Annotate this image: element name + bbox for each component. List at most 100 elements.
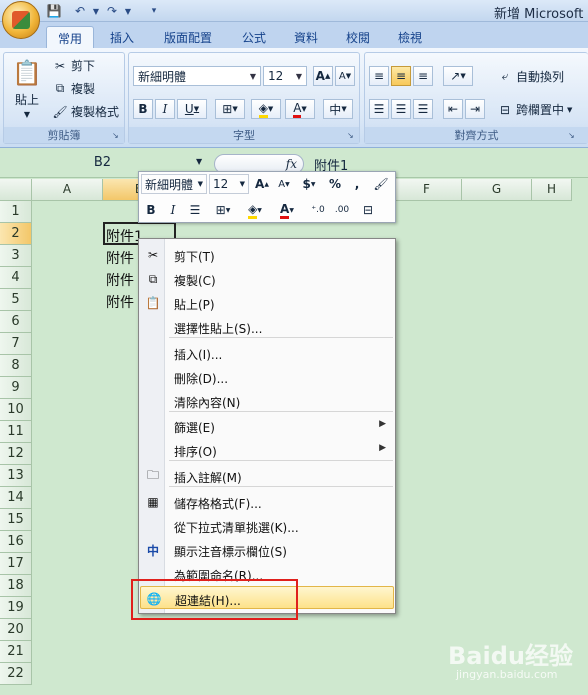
font-size-combo[interactable]: 12 ▼: [263, 66, 307, 86]
mini-fill-color-icon[interactable]: ◈ ▼: [241, 200, 269, 220]
align-middle-button[interactable]: ≡: [391, 66, 411, 86]
row-header-17[interactable]: 17: [0, 553, 32, 575]
column-header-h[interactable]: H: [532, 179, 572, 201]
merge-center-button[interactable]: ⊟ 跨欄置中 ▼: [497, 101, 572, 118]
cell-b4[interactable]: 附件: [106, 270, 134, 290]
italic-button[interactable]: I: [155, 99, 175, 119]
row-header-6[interactable]: 6: [0, 311, 32, 333]
align-bottom-button[interactable]: ≡: [413, 66, 433, 86]
name-box-dropdown-icon[interactable]: ▼: [196, 157, 202, 166]
tab-home[interactable]: 常用: [46, 26, 94, 48]
mini-font-color-icon[interactable]: A ▼: [273, 200, 301, 220]
mini-font-name-combo[interactable]: 新細明體 ▼: [141, 174, 207, 194]
undo-dropdown-icon[interactable]: ▼: [88, 3, 104, 19]
underline-button[interactable]: U ▼: [177, 99, 207, 119]
format-painter-button[interactable]: 🖌 複製格式: [52, 103, 119, 120]
cell-b3[interactable]: 附件: [106, 248, 134, 268]
row-header-20[interactable]: 20: [0, 619, 32, 641]
menu-item-11[interactable]: 從下拉式清單挑選(K)...: [140, 514, 394, 537]
fill-color-button[interactable]: ◈ ▼: [251, 99, 281, 119]
font-name-combo[interactable]: 新細明體 ▼: [133, 66, 261, 86]
mini-center-icon[interactable]: ☰: [185, 200, 205, 220]
redo-dropdown-icon[interactable]: ▼: [120, 3, 136, 19]
row-header-3[interactable]: 3: [0, 245, 32, 267]
row-header-12[interactable]: 12: [0, 443, 32, 465]
mini-grow-font-icon[interactable]: A ▲: [252, 174, 272, 194]
align-left-button[interactable]: ☰: [369, 99, 389, 119]
shrink-font-button[interactable]: A ▼: [335, 66, 355, 86]
mini-shrink-font-icon[interactable]: A ▼: [274, 174, 294, 194]
phonetic-button[interactable]: 中 ▼: [323, 99, 353, 119]
row-header-13[interactable]: 13: [0, 465, 32, 487]
tab-page-layout[interactable]: 版面配置: [152, 26, 224, 48]
customize-qat-icon[interactable]: ▾: [146, 3, 162, 19]
select-all-corner[interactable]: [0, 179, 32, 201]
font-color-button[interactable]: A ▼: [285, 99, 315, 119]
menu-item-3[interactable]: 選擇性貼上(S)...: [140, 315, 394, 338]
menu-item-10[interactable]: ▦ 儲存格格式(F)...: [140, 490, 394, 513]
bold-button[interactable]: B: [133, 99, 153, 119]
align-center-button[interactable]: ☰: [391, 99, 411, 119]
wrap-text-button[interactable]: ⤶ 自動換列: [497, 68, 564, 85]
row-header-9[interactable]: 9: [0, 377, 32, 399]
mini-percent-button[interactable]: %: [325, 174, 345, 194]
mini-decrease-decimal-icon[interactable]: .00: [331, 200, 353, 220]
mini-increase-decimal-icon[interactable]: ⁺.0: [307, 200, 329, 220]
orientation-button[interactable]: ↗ ▼: [443, 66, 473, 86]
copy-button[interactable]: ⧉ 複製: [52, 80, 95, 97]
row-header-15[interactable]: 15: [0, 509, 32, 531]
tab-review[interactable]: 校閱: [336, 26, 380, 48]
border-button[interactable]: ⊞ ▼: [215, 99, 245, 119]
paste-button[interactable]: 📋 貼上 ▼: [10, 57, 44, 119]
clipboard-launcher-icon[interactable]: ↘: [112, 131, 122, 141]
row-header-19[interactable]: 19: [0, 597, 32, 619]
row-header-7[interactable]: 7: [0, 333, 32, 355]
tab-view[interactable]: 檢視: [388, 26, 432, 48]
menu-item-7[interactable]: 篩選(E) ▶: [140, 414, 394, 437]
menu-item-4[interactable]: 插入(I)...: [140, 341, 394, 364]
column-header-a[interactable]: A: [32, 179, 103, 201]
mini-comma-button[interactable]: ,: [347, 174, 367, 194]
row-header-18[interactable]: 18: [0, 575, 32, 597]
menu-item-8[interactable]: 排序(O) ▶: [140, 438, 394, 461]
align-top-button[interactable]: ≡: [369, 66, 389, 86]
mini-merge-cells-icon[interactable]: ⊟: [357, 200, 379, 220]
menu-item-6[interactable]: 清除內容(N): [140, 389, 394, 412]
undo-icon[interactable]: ↶: [72, 3, 88, 19]
alignment-launcher-icon[interactable]: ↘: [568, 131, 578, 141]
menu-item-12[interactable]: 中 顯示注音標示欄位(S): [140, 538, 394, 561]
cut-button[interactable]: ✂ 剪下: [52, 57, 95, 74]
row-header-4[interactable]: 4: [0, 267, 32, 289]
increase-indent-button[interactable]: ⇥: [465, 99, 485, 119]
row-header-10[interactable]: 10: [0, 399, 32, 421]
mini-font-size-combo[interactable]: 12 ▼: [209, 174, 249, 194]
column-header-f[interactable]: F: [392, 179, 462, 201]
row-header-16[interactable]: 16: [0, 531, 32, 553]
tab-insert[interactable]: 插入: [100, 26, 144, 48]
column-header-g[interactable]: G: [462, 179, 532, 201]
tab-data[interactable]: 資料: [284, 26, 328, 48]
mini-italic-icon[interactable]: I: [163, 200, 183, 220]
mini-border-icon[interactable]: ⊞ ▼: [209, 200, 237, 220]
row-header-22[interactable]: 22: [0, 663, 32, 685]
menu-item-5[interactable]: 刪除(D)...: [140, 365, 394, 388]
decrease-indent-button[interactable]: ⇤: [443, 99, 463, 119]
save-icon[interactable]: 💾: [46, 3, 62, 19]
menu-item-0[interactable]: ✂ 剪下(T): [140, 243, 394, 266]
row-header-1[interactable]: 1: [0, 201, 32, 223]
grow-font-button[interactable]: A ▲: [313, 66, 333, 86]
row-header-11[interactable]: 11: [0, 421, 32, 443]
menu-item-2[interactable]: 📋 貼上(P): [140, 291, 394, 314]
tab-formulas[interactable]: 公式: [232, 26, 276, 48]
row-header-5[interactable]: 5: [0, 289, 32, 311]
row-header-21[interactable]: 21: [0, 641, 32, 663]
mini-format-painter-icon[interactable]: 🖌: [371, 174, 391, 194]
redo-icon[interactable]: ↷: [104, 3, 120, 19]
mini-bold-icon[interactable]: B: [141, 200, 161, 220]
mini-currency-button[interactable]: $ ▼: [297, 174, 321, 194]
office-button[interactable]: [2, 1, 40, 39]
font-launcher-icon[interactable]: ↘: [347, 131, 357, 141]
menu-item-1[interactable]: ⧉ 複製(C): [140, 267, 394, 290]
row-header-14[interactable]: 14: [0, 487, 32, 509]
row-header-8[interactable]: 8: [0, 355, 32, 377]
